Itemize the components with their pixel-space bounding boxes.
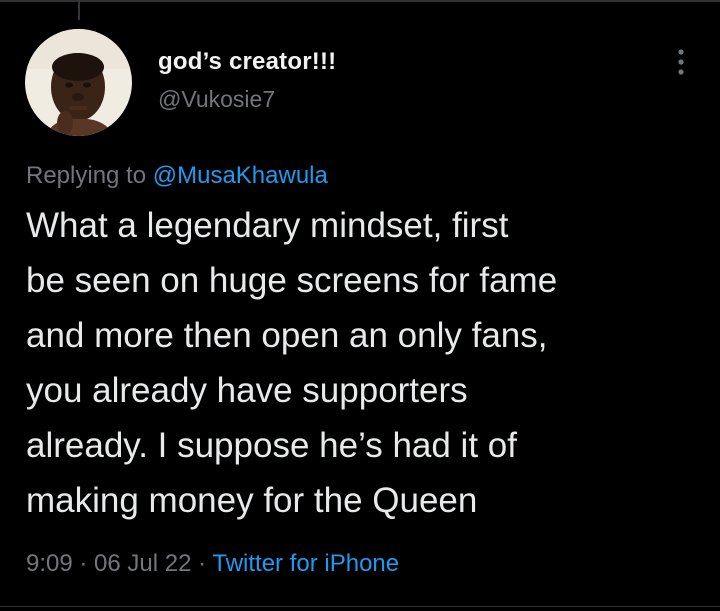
replying-to-label: Replying to — [26, 162, 153, 189]
reply-mention-link[interactable]: @MusaKhawula — [153, 162, 328, 189]
tweet-text-line: and more then open an only fans, — [26, 316, 548, 355]
tweet-text: What a legendary mindset, first be seen … — [26, 198, 706, 528]
tweet-date[interactable]: 06 Jul 22 — [94, 550, 191, 577]
avatar-image — [25, 29, 132, 136]
meta-separator: · — [72, 550, 95, 577]
avatar[interactable] — [25, 29, 132, 136]
tweet-text-line: What a legendary mindset, first — [26, 206, 509, 245]
tweet-time[interactable]: 9:09 — [26, 550, 73, 577]
tweet-source-link[interactable]: Twitter for iPhone — [212, 550, 399, 577]
author-handle[interactable]: @Vukosie7 — [158, 86, 275, 113]
more-options-button[interactable] — [668, 44, 694, 80]
meta-separator: · — [191, 550, 213, 577]
tweet-text-line: be seen on huge screens for fame — [26, 261, 558, 300]
author-display-name[interactable]: god’s creator!!! — [158, 48, 336, 76]
replying-to-line: Replying to @MusaKhawula — [26, 162, 328, 190]
thread-connector-line — [78, 0, 80, 20]
tweet-text-line: making money for the Queen — [26, 481, 478, 520]
tweet-metadata: 9:09 · 06 Jul 22 · Twitter for iPhone — [26, 550, 399, 578]
more-vertical-icon — [678, 49, 684, 75]
bottom-divider — [0, 606, 720, 607]
top-divider — [0, 0, 720, 2]
tweet-text-line: you already have supporters — [26, 371, 468, 410]
tweet-text-line: already. I suppose he’s had it of — [26, 426, 517, 465]
